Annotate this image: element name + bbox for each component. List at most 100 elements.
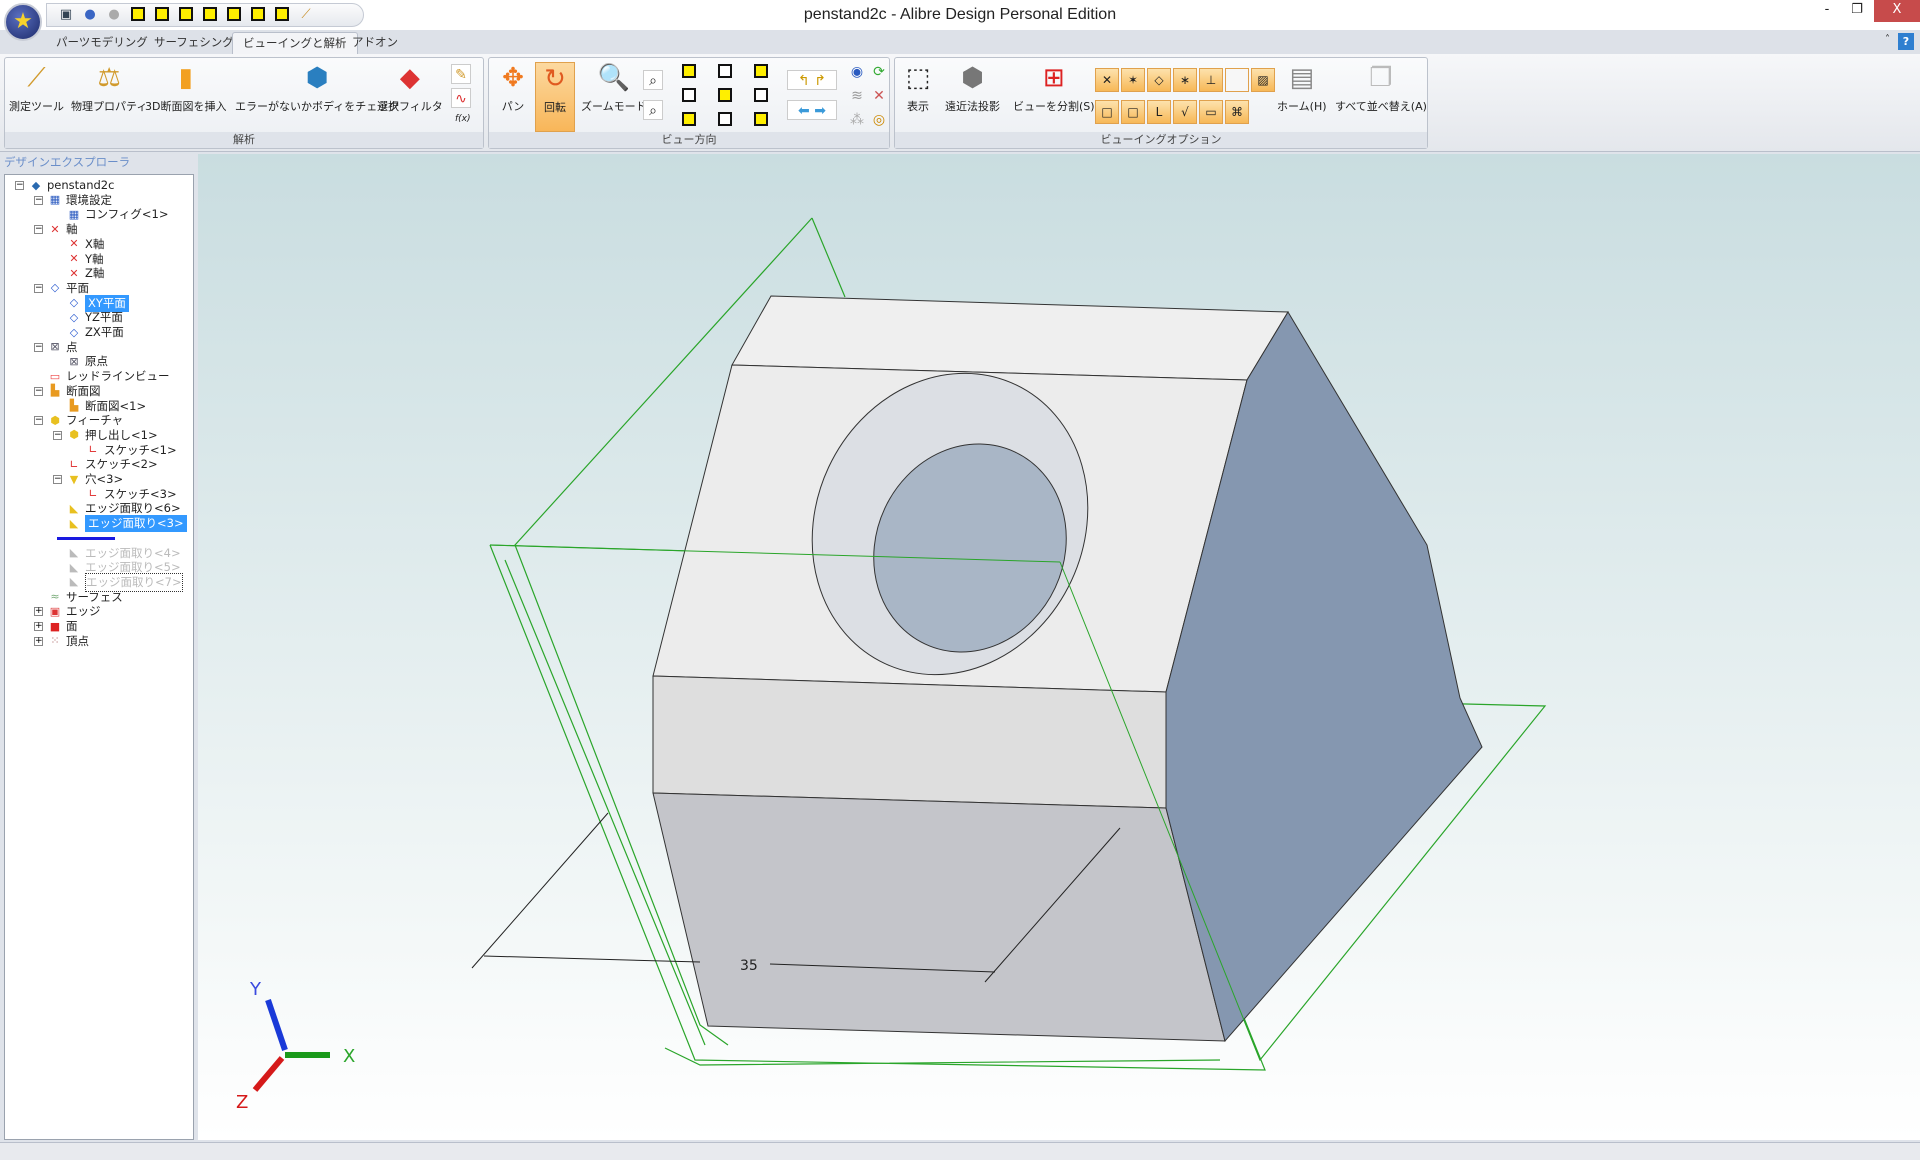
tab-addons[interactable]: アドオン	[342, 32, 408, 54]
dimension-value[interactable]: 35	[740, 958, 758, 974]
home-button[interactable]: ▤ ホーム(H)	[1277, 62, 1327, 114]
view-cube-icon[interactable]	[225, 7, 243, 23]
pan-button[interactable]: ✥ パン	[493, 62, 533, 114]
measure-icon[interactable]: ⟋	[297, 7, 315, 23]
collapse-toggle[interactable]: −	[34, 195, 43, 205]
toggle-axes-icon[interactable]: ✶	[1121, 68, 1145, 92]
view-left-icon[interactable]	[715, 88, 735, 108]
application-menu-button[interactable]: ★	[4, 3, 42, 41]
measure-tool-button[interactable]: ⟋ 測定ツール	[9, 62, 64, 114]
zoom-fit-icon[interactable]: ⌕	[643, 70, 663, 90]
collapse-toggle[interactable]: −	[53, 475, 62, 484]
tab-viewing-analysis[interactable]: ビューイングと解析	[232, 32, 358, 54]
view-bottom-icon[interactable]	[679, 88, 699, 108]
collapse-toggle[interactable]: −	[34, 342, 43, 352]
look-at-icon[interactable]: ◉	[847, 62, 867, 82]
save-icon[interactable]: ▣	[57, 7, 75, 23]
tree-node[interactable]: ⁙ 頂点	[48, 633, 89, 650]
scale-icon: ⚖	[97, 63, 121, 93]
spin-icon[interactable]: ⟳	[869, 62, 889, 82]
group-label: 解析	[5, 132, 483, 148]
label: 3D断面図を挿入	[145, 100, 227, 113]
view-back-icon[interactable]	[715, 64, 735, 84]
label: 回転	[544, 101, 566, 114]
collapse-toggle[interactable]: −	[15, 181, 24, 190]
view-cube-icon[interactable]	[201, 7, 219, 23]
sketch-icon: ∟	[69, 457, 79, 471]
undo-icon[interactable]: ●	[81, 7, 99, 23]
features-icon: ⬢	[50, 413, 60, 427]
view-front-icon[interactable]	[679, 64, 699, 84]
toggle-planes-icon[interactable]: ◇	[1147, 68, 1171, 92]
collapse-ribbon-icon[interactable]: ˄	[1885, 34, 1890, 45]
view-right-icon[interactable]	[751, 88, 771, 108]
expand-toggle[interactable]: +	[34, 622, 43, 631]
toggle-sketches-icon[interactable]: □	[1095, 100, 1119, 124]
help-icon[interactable]: ?	[1898, 33, 1914, 50]
redo-icon[interactable]: ●	[105, 7, 123, 23]
perspective-icon: ⬢	[961, 63, 984, 93]
selection-filter-button[interactable]: ◆ 選択フィルタ	[377, 62, 443, 114]
target-icon[interactable]: ◎	[869, 110, 889, 130]
toggle-constraints-icon[interactable]: √	[1173, 100, 1197, 124]
collapse-toggle[interactable]: −	[34, 283, 43, 293]
view-cube-icon[interactable]	[129, 7, 147, 23]
check-body-button[interactable]: ⬢ エラーがないかボディをチェック	[235, 62, 399, 114]
toggle-blank-icon[interactable]	[1225, 68, 1249, 92]
view-iso-icon[interactable]	[679, 112, 699, 132]
close-button[interactable]: X	[1874, 0, 1920, 22]
walk-icon[interactable]: ⁂	[847, 110, 867, 130]
toggle-sketch-l-icon[interactable]: L	[1147, 100, 1171, 124]
toggle-redline-icon[interactable]: ▭	[1199, 100, 1223, 124]
view-trimetric-icon[interactable]	[751, 112, 771, 132]
3d-viewport[interactable]: 35 Y X Z	[198, 154, 1920, 1140]
view-top-icon[interactable]	[751, 64, 771, 84]
tree-node[interactable]: ◣ エッジ面取り<3>	[67, 515, 187, 533]
rotate-90-icon[interactable]: ↰ ↱	[787, 70, 837, 90]
toggle-surfaces-icon[interactable]: □	[1121, 100, 1145, 124]
sketch-tool-icon[interactable]: ✎	[451, 64, 471, 84]
tab-part-modeling[interactable]: パーツモデリング	[46, 32, 158, 54]
rollback-bar[interactable]	[57, 536, 115, 540]
toggle-grid-icon[interactable]: ▨	[1251, 68, 1275, 92]
section-icon: ▮	[178, 63, 193, 93]
view-dimetric-icon[interactable]	[715, 112, 735, 132]
toggle-triad-icon[interactable]: ⊥	[1199, 68, 1223, 92]
view-cube-icon[interactable]	[153, 7, 171, 23]
toggle-origin-icon[interactable]: ✕	[1095, 68, 1119, 92]
physical-properties-button[interactable]: ⚖ 物理プロパティ	[71, 62, 147, 114]
expand-toggle[interactable]: +	[34, 636, 43, 646]
zoom-window-icon[interactable]: ⌕	[643, 100, 663, 120]
arrange-all-button[interactable]: ❐ すべて並べ替え(A)	[1335, 62, 1427, 114]
tab-surfacing[interactable]: サーフェシング	[144, 32, 244, 54]
collapse-toggle[interactable]: −	[34, 416, 43, 426]
config-icon: ▦	[68, 207, 80, 221]
display-button[interactable]: ⬚ 表示	[901, 62, 935, 114]
roll-icon[interactable]: ≋	[847, 86, 867, 106]
split-view-button[interactable]: ⊞ ビューを分割(S)	[1013, 62, 1095, 114]
triad-y-label: Y	[249, 979, 262, 1000]
reset-icon[interactable]: ✕	[869, 86, 889, 106]
collapse-toggle[interactable]: −	[34, 225, 43, 235]
view-cube-icon[interactable]	[249, 7, 267, 23]
collapse-toggle[interactable]: −	[34, 386, 43, 396]
model-canvas[interactable]: 35 Y X Z	[198, 154, 1920, 1140]
previous-next-view-icon[interactable]: ⬅ ➡	[787, 100, 837, 120]
rotate-button[interactable]: ↻ 回転	[535, 62, 575, 132]
restore-button[interactable]: ❐	[1842, 0, 1872, 22]
expand-toggle[interactable]: +	[34, 607, 43, 617]
zoom-mode-button[interactable]: 🔍 ズームモード	[581, 62, 647, 114]
axis-triad: Y X Z	[236, 979, 355, 1113]
insert-section-button[interactable]: ▮ 3D断面図を挿入	[145, 62, 226, 114]
toggle-mates-icon[interactable]: ⌘	[1225, 100, 1249, 124]
minimize-button[interactable]: -	[1812, 0, 1842, 22]
perspective-button[interactable]: ⬢ 遠近法投影	[945, 62, 1000, 114]
collapse-toggle[interactable]: −	[53, 430, 62, 440]
toggle-points-icon[interactable]: ∗	[1173, 68, 1197, 92]
tree-node[interactable]: ▦ コンフィグ<1>	[67, 206, 169, 223]
view-cube-icon[interactable]	[273, 7, 291, 23]
view-cube-icon[interactable]	[177, 7, 195, 23]
config-icon: ▦	[49, 193, 61, 207]
curve-tool-icon[interactable]: ∿	[451, 88, 471, 108]
hole-icon: ▼	[69, 472, 79, 486]
